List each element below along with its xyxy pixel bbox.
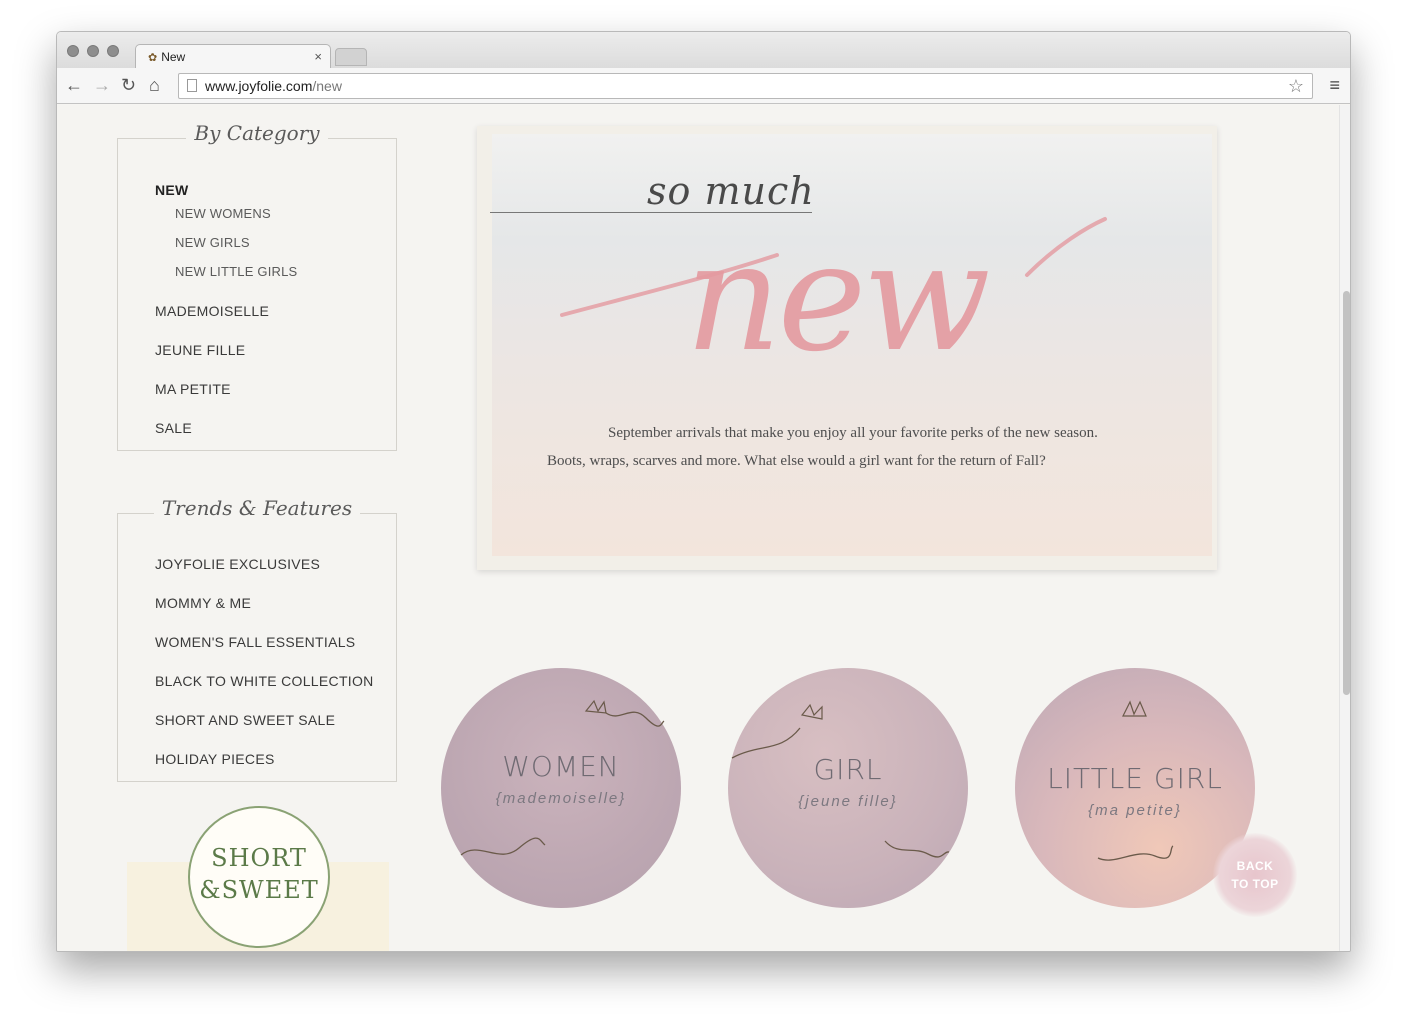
nav-link-sale[interactable]: SALE xyxy=(155,420,192,436)
back-to-top-line1: BACK xyxy=(1236,859,1274,873)
short-and-sweet-promo[interactable]: SHORT &SWEET xyxy=(188,806,330,948)
tab-close-icon[interactable]: × xyxy=(314,49,322,64)
vine-ornament-icon xyxy=(460,837,546,856)
girl-subtitle: {jeune fille} xyxy=(798,793,898,810)
home-icon[interactable]: ⌂ xyxy=(149,76,160,94)
nav-link-womens-fall-essentials[interactable]: WOMEN'S FALL ESSENTIALS xyxy=(155,634,355,650)
nav-link-new[interactable]: NEW xyxy=(155,182,189,198)
minimize-window-button[interactable] xyxy=(87,45,99,57)
url-path: /new xyxy=(312,78,342,94)
promo-line1: SHORT xyxy=(211,844,307,872)
reload-icon[interactable]: ↻ xyxy=(121,76,136,94)
nav-link-new-girls[interactable]: NEW GIRLS xyxy=(175,235,250,250)
nav-link-new-little-girls[interactable]: NEW LITTLE GIRLS xyxy=(175,264,297,279)
bookmark-star-icon[interactable]: ☆ xyxy=(1288,76,1304,97)
nav-link-black-to-white[interactable]: BLACK TO WHITE COLLECTION xyxy=(155,673,374,689)
back-to-top-button[interactable]: BACK TO TOP xyxy=(1213,833,1297,917)
scrollbar-thumb[interactable] xyxy=(1343,291,1350,695)
shop-women-circle[interactable]: WOMEN {mademoiselle} xyxy=(441,668,681,908)
trends-box: Trends & Features JOYFOLIE EXCLUSIVES MO… xyxy=(117,496,397,782)
nav-link-jeune-fille[interactable]: JEUNE FILLE xyxy=(155,342,245,358)
address-bar[interactable]: www.joyfolie.com/new ☆ xyxy=(178,73,1313,99)
browser-toolbar: ← → ↻ ⌂ www.joyfolie.com/new ☆ ≡ xyxy=(57,68,1350,104)
nav-link-holiday-pieces[interactable]: HOLIDAY PIECES xyxy=(155,751,275,767)
back-arrow-icon[interactable]: ← xyxy=(65,76,83,94)
browser-tab[interactable]: ✿ New × xyxy=(135,44,331,69)
promo-line2: &SWEET xyxy=(199,876,319,904)
close-window-button[interactable] xyxy=(67,45,79,57)
vertical-scrollbar[interactable] xyxy=(1339,105,1350,951)
title-bar: ✿ New × xyxy=(57,32,1350,69)
category-box-title: By Category xyxy=(118,121,396,145)
nav-link-new-womens[interactable]: NEW WOMENS xyxy=(175,206,271,221)
nav-link-ma-petite[interactable]: MA PETITE xyxy=(155,381,231,397)
category-box: By Category NEW NEW WOMENS NEW GIRLS NEW… xyxy=(117,121,397,451)
favicon-icon: ✿ xyxy=(148,51,158,64)
page-icon xyxy=(187,79,197,92)
nav-link-joyfolie-exclusives[interactable]: JOYFOLIE EXCLUSIVES xyxy=(155,556,320,572)
trends-box-title: Trends & Features xyxy=(118,496,396,520)
vine-ornament-icon xyxy=(884,840,950,858)
little-girl-subtitle: {ma petite} xyxy=(1088,802,1182,819)
chrome-menu-icon[interactable]: ≡ xyxy=(1329,75,1340,96)
nav-link-short-and-sweet-sale[interactable]: SHORT AND SWEET SALE xyxy=(155,712,335,728)
flower-ornament-icon xyxy=(584,699,665,727)
new-tab-button[interactable] xyxy=(335,48,367,66)
flower-ornament-icon xyxy=(1122,700,1147,717)
little-girl-title: LITTLE GIRL xyxy=(1047,762,1223,795)
tab-title: New xyxy=(161,50,186,64)
women-subtitle: {mademoiselle} xyxy=(495,790,627,807)
hero-heading-large: new xyxy=(685,211,991,385)
hero-heading-small: so much xyxy=(647,169,815,213)
back-to-top-line2: TO TOP xyxy=(1231,877,1279,891)
nav-link-mademoiselle[interactable]: MADEMOISELLE xyxy=(155,303,269,319)
page-content: By Category NEW NEW WOMENS NEW GIRLS NEW… xyxy=(57,105,1339,951)
women-title: WOMEN xyxy=(502,750,620,783)
shop-girl-circle[interactable]: GIRL {jeune fille} xyxy=(728,668,968,908)
forward-arrow-icon[interactable]: → xyxy=(93,76,111,94)
url-domain: www.joyfolie.com xyxy=(205,78,313,94)
girl-title: GIRL xyxy=(813,753,883,786)
hero-text-line1: September arrivals that make you enjoy a… xyxy=(608,425,1098,441)
nav-link-mommy-and-me[interactable]: MOMMY & ME xyxy=(155,595,251,611)
zoom-window-button[interactable] xyxy=(107,45,119,57)
vine-ornament-icon xyxy=(1097,845,1174,861)
browser-window: ✿ New × ← → ↻ ⌂ www.joyfolie.com/new ☆ ≡… xyxy=(56,31,1351,952)
hero-text-line2: Boots, wraps, scarves and more. What els… xyxy=(547,453,1046,469)
